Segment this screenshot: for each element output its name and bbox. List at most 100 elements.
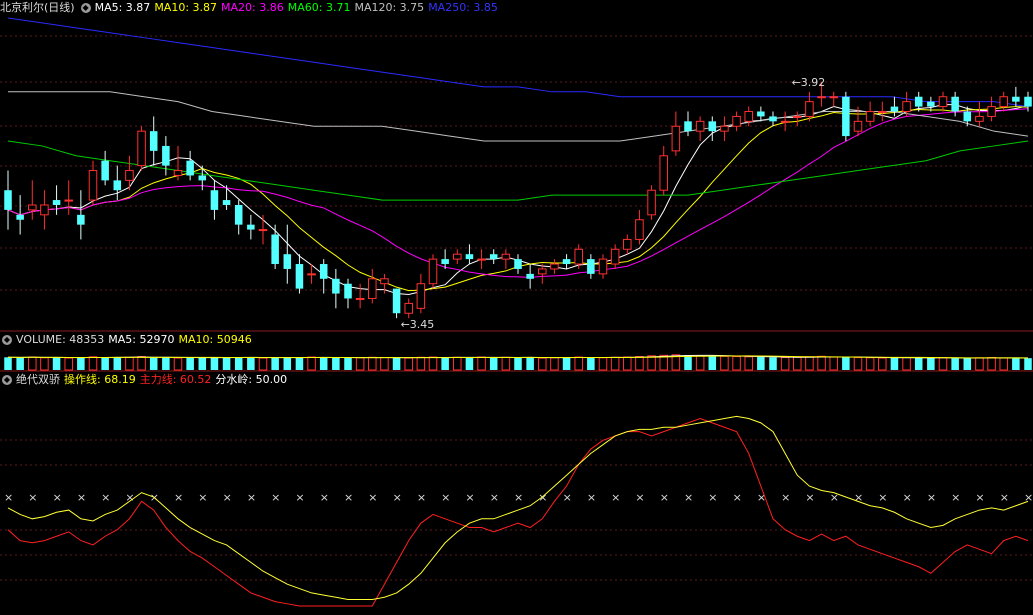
candle-body (574, 248, 583, 265)
watershed-mark: × (223, 491, 232, 504)
watershed-mark: × (514, 491, 523, 504)
watershed-mark: × (417, 491, 426, 504)
candle-body (562, 259, 571, 265)
ma-line-ma20 (7, 108, 1029, 278)
volume-bar (769, 357, 777, 370)
candle-body (671, 125, 681, 152)
indicator-select-icon[interactable]: ◆ (2, 375, 12, 385)
watershed-mark: × (28, 491, 37, 504)
watershed-mark: × (878, 491, 887, 504)
candle-body (125, 170, 134, 181)
watershed-mark: × (635, 491, 644, 504)
volume-indicators: MA5: 52970 MA10: 50946 (108, 333, 255, 346)
watershed-mark: × (805, 491, 814, 504)
indicator-select-icon[interactable]: ◆ (2, 335, 12, 345)
oscillator-header: ◆ 绝代双骄 操作线: 68.19 主力线: 60.52 分水岭: 50.00 (0, 372, 1033, 388)
watershed-mark: × (927, 491, 936, 504)
candle-body (52, 200, 61, 205)
candle-body (769, 116, 777, 122)
candle-body (878, 110, 887, 113)
candle-body (295, 264, 304, 289)
candle-body (951, 96, 959, 112)
volume-bar (732, 356, 741, 371)
volume-bar (465, 357, 474, 370)
volume-bar (101, 357, 109, 370)
volume-bar (695, 355, 705, 371)
candle-body (829, 96, 838, 99)
candle-body (526, 273, 534, 279)
volume-bar (757, 357, 765, 370)
candle-body (247, 224, 255, 230)
candle-body (416, 283, 426, 309)
candle-body (999, 96, 1008, 108)
oscillator-indicator-label-1: 主力线: 60.52 (139, 373, 212, 386)
volume-bar (332, 357, 340, 370)
volume-header: ◆ VOLUME: 48353 MA5: 52970 MA10: 50946 (0, 332, 1033, 348)
candle-body (28, 204, 37, 211)
stock-chart: ←3.92 ←3.45 × × × × × × × × × × × × × × × × × × × × × × × × × × × × × ×… (0, 0, 1033, 611)
candle-body (113, 180, 122, 191)
high-price-marker: ←3.92 (792, 76, 826, 89)
volume-bar (574, 356, 583, 371)
candle-body (538, 268, 547, 275)
volume-bar (987, 357, 996, 371)
volume-bar (477, 356, 486, 371)
volume-bar (526, 357, 534, 370)
candle-body (186, 160, 194, 176)
volume-bar (355, 357, 365, 371)
volume-bar (392, 357, 401, 370)
watershed-mark: × (247, 491, 256, 504)
volume-bar (538, 357, 547, 371)
watershed-mark: × (563, 491, 572, 504)
candle-body (610, 248, 620, 265)
volume-bar (368, 356, 377, 371)
main-indicator-label-4: MA120: 3.75 (354, 1, 425, 14)
volume-bar (890, 357, 899, 370)
volume-bar (878, 357, 887, 371)
candle-body (368, 278, 377, 299)
volume-bar (453, 356, 462, 371)
candle-body (210, 190, 219, 210)
volume-bar (113, 357, 122, 370)
watershed-mark: × (733, 491, 742, 504)
candle-body (598, 258, 608, 275)
candle-body (975, 115, 984, 122)
volume-bar (77, 357, 85, 370)
volume-bar (380, 357, 389, 371)
candle-body (428, 258, 438, 285)
volume-bar (587, 357, 595, 370)
watershed-mark: × (465, 491, 474, 504)
candle-body (392, 288, 401, 314)
candle-body (344, 283, 352, 299)
volume-bar (319, 357, 328, 370)
candle-body (40, 204, 49, 216)
volume-bar (842, 357, 850, 370)
candle-body (137, 130, 146, 167)
main-indicator-label-1: MA10: 3.87 (154, 1, 218, 14)
candle-body (635, 219, 644, 240)
volume-bar (780, 357, 790, 371)
candle-body (684, 121, 692, 132)
main-indicator-label-3: MA60: 3.71 (287, 1, 351, 14)
volume-bar (404, 357, 413, 371)
chart-canvas: ←3.92 ←3.45 × × × × × × × × × × × × × × × × × × × × × × × × × × × × × ×… (0, 17, 1033, 607)
volume-bar (635, 356, 644, 371)
volume-bar (914, 357, 923, 370)
volume-title: VOLUME: 48353 (16, 333, 105, 346)
candle-body (695, 120, 705, 132)
watershed-mark: × (951, 491, 960, 504)
volume-bar (951, 358, 959, 370)
volume-ma10-line (7, 355, 1029, 359)
candle-body (77, 214, 85, 225)
candle-body (404, 302, 413, 314)
candle-body (319, 264, 328, 279)
volume-bar (344, 358, 352, 370)
indicator-select-icon[interactable]: ◆ (80, 3, 91, 13)
volume-bar (416, 356, 426, 371)
volume-bar (88, 356, 98, 371)
candle-body (149, 131, 158, 151)
candle-body (780, 120, 790, 123)
watershed-mark: × (295, 491, 304, 504)
watershed-mark: × (4, 491, 13, 504)
volume-bar (16, 357, 24, 370)
